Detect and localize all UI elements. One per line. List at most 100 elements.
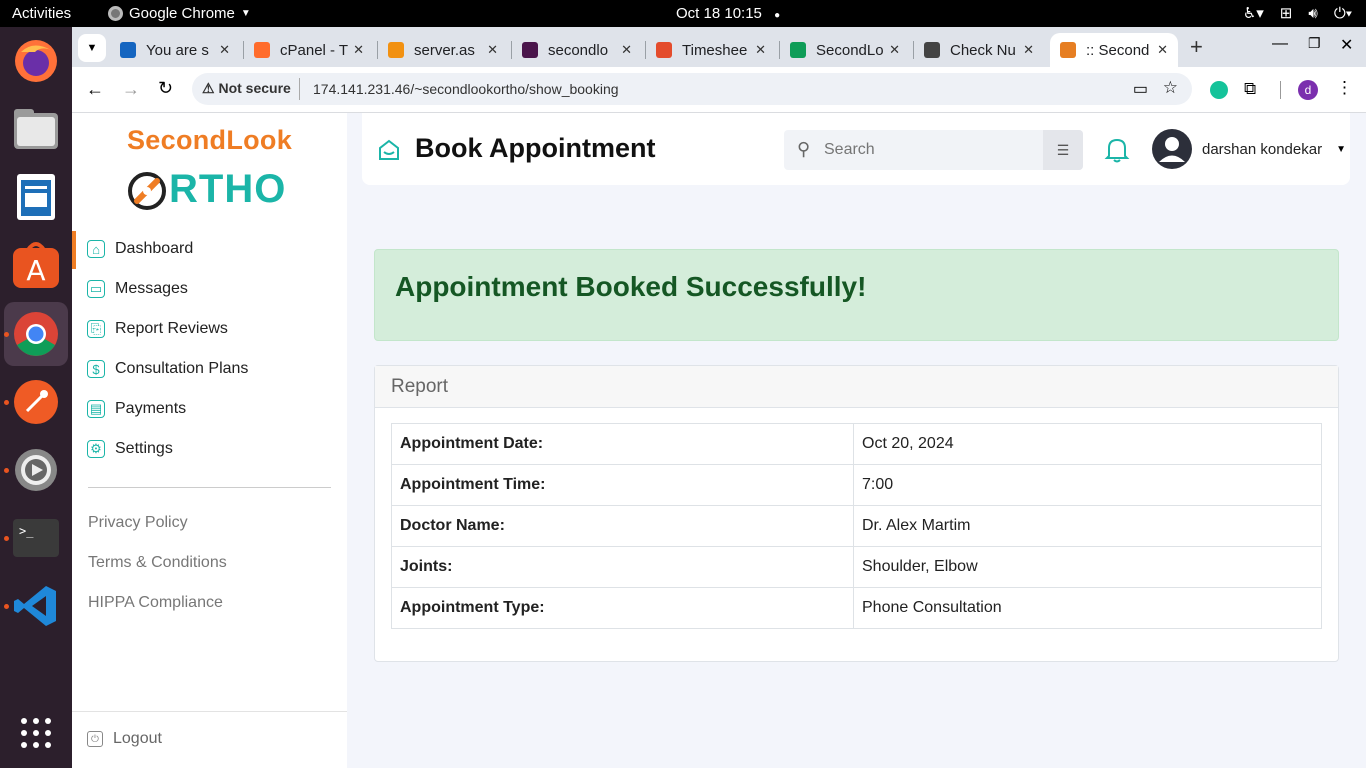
sidebar-item-label: Dashboard xyxy=(115,240,194,257)
brand-line2: RTHO xyxy=(169,167,287,211)
extension-grammarly-icon[interactable] xyxy=(1210,81,1228,99)
accessibility-icon[interactable]: ♿︎▾ xyxy=(1243,4,1264,22)
close-tab-icon[interactable]: ✕ xyxy=(1023,42,1034,58)
app-menu[interactable]: Google Chrome ▼ xyxy=(108,5,251,22)
sidebar-item-payments[interactable]: ▤ Payments xyxy=(87,400,186,418)
sidebar-item-label: Report Reviews xyxy=(115,320,228,337)
row-label: Appointment Time: xyxy=(391,464,854,506)
close-tab-icon[interactable]: ✕ xyxy=(487,42,498,58)
browser-tab[interactable]: Timeshee ✕ xyxy=(646,33,776,67)
avatar xyxy=(1152,129,1192,169)
browser-toolbar: ← → ↻ ⚠ Not secure 174.141.231.46/~secon… xyxy=(72,67,1366,113)
tab-favicon-icon xyxy=(120,42,136,58)
new-tab-button[interactable]: + xyxy=(1190,34,1203,60)
terminal-icon[interactable]: >_ xyxy=(4,506,68,570)
tab-separator xyxy=(511,41,512,59)
address-bar[interactable]: ⚠ Not secure 174.141.231.46/~secondlooko… xyxy=(192,73,1192,105)
chevron-down-icon: ▼ xyxy=(1336,143,1346,155)
browser-tab[interactable]: server.as ✕ xyxy=(378,33,508,67)
browser-tab[interactable]: Check Nu ✕ xyxy=(914,33,1044,67)
files-icon[interactable] xyxy=(4,97,68,161)
settings-app-icon[interactable] xyxy=(4,438,68,502)
sidebar-item-consultation-plans[interactable]: $ Consultation Plans xyxy=(87,360,248,378)
sidebar-item-messages[interactable]: ▭ Messages xyxy=(87,280,188,298)
row-label: Appointment Date: xyxy=(391,423,854,465)
close-tab-icon[interactable]: ✕ xyxy=(621,42,632,58)
chrome-small-icon xyxy=(108,6,123,21)
plan-icon: $ xyxy=(87,360,105,378)
tab-favicon-icon xyxy=(522,42,538,58)
sidebar-item-report-reviews[interactable]: ⎘ Report Reviews xyxy=(87,320,228,338)
tab-search-button[interactable]: ▼ xyxy=(78,34,106,62)
row-value: 7:00 xyxy=(853,464,1322,506)
tab-favicon-icon xyxy=(656,42,672,58)
sidebar-bottom-divider xyxy=(72,711,347,712)
security-label: Not secure xyxy=(218,80,291,96)
card-icon[interactable]: ▭ xyxy=(1133,79,1148,99)
firefox-icon[interactable] xyxy=(4,29,68,93)
power-icon[interactable]: ⏻▾ xyxy=(1334,5,1352,22)
minimize-button[interactable]: — xyxy=(1272,35,1288,53)
bookmark-star-icon[interactable]: ☆ xyxy=(1163,78,1178,98)
search-icon: ⚲ xyxy=(797,139,811,159)
close-tab-icon[interactable]: ✕ xyxy=(219,42,230,58)
url-text: 174.141.231.46/~secondlookortho/show_boo… xyxy=(313,81,619,97)
footer-link[interactable]: Privacy Policy xyxy=(88,514,188,532)
sidebar-item-settings[interactable]: ⚙ Settings xyxy=(87,440,173,458)
browser-tab[interactable]: secondlo ✕ xyxy=(512,33,642,67)
browser-tab-strip: ▼ You are s ✕ cPanel - T ✕ server.as ✕ secondl… xyxy=(72,27,1366,67)
report-card: Report Appointment Date: Oct 20, 2024 Appo… xyxy=(374,365,1339,662)
maximize-button[interactable]: ❐ xyxy=(1308,35,1321,52)
footer-link[interactable]: HIPPA Compliance xyxy=(88,594,223,612)
clock[interactable]: Oct 18 10:15 ● xyxy=(676,5,780,22)
brand-logo[interactable]: SecondLook RTHO xyxy=(127,125,297,215)
activities-button[interactable]: Activities xyxy=(12,5,71,22)
system-tray[interactable]: ♿︎▾ ⊞ 🔊︎ ⏻▾ xyxy=(1243,4,1352,23)
tab-title: cPanel - T xyxy=(280,41,349,59)
browser-menu-icon[interactable]: ⋮ xyxy=(1336,78,1353,98)
show-apps-icon[interactable] xyxy=(4,701,68,765)
home-icon xyxy=(379,139,399,160)
dock: A >_ xyxy=(0,27,72,768)
browser-tab[interactable]: :: Second ✕ xyxy=(1050,33,1178,67)
notification-bell-icon[interactable] xyxy=(1104,136,1130,164)
postman-icon[interactable] xyxy=(4,370,68,434)
volume-icon[interactable]: 🔊︎ xyxy=(1308,5,1317,22)
tab-title: server.as xyxy=(414,41,475,59)
tab-favicon-icon xyxy=(254,42,270,58)
forward-icon[interactable]: → xyxy=(122,79,140,100)
active-nav-indicator xyxy=(72,231,76,269)
user-menu[interactable]: darshan kondekar ▼ xyxy=(1152,129,1346,169)
row-label: Joints: xyxy=(391,546,854,588)
tab-favicon-icon xyxy=(790,42,806,58)
vscode-icon[interactable] xyxy=(4,574,68,638)
browser-tab[interactable]: SecondLo ✕ xyxy=(780,33,910,67)
browser-tab[interactable]: You are s ✕ xyxy=(110,33,240,67)
close-tab-icon[interactable]: ✕ xyxy=(353,42,364,58)
back-icon[interactable]: ← xyxy=(86,79,104,100)
profile-avatar[interactable]: d xyxy=(1298,80,1318,100)
browser-tab[interactable]: cPanel - T ✕ xyxy=(244,33,374,67)
app-center-icon[interactable]: A xyxy=(4,233,68,297)
writer-icon[interactable] xyxy=(4,165,68,229)
tab-separator xyxy=(645,41,646,59)
network-icon[interactable]: ⊞ xyxy=(1280,4,1293,22)
close-tab-icon[interactable]: ✕ xyxy=(1157,42,1168,58)
filter-button[interactable]: ☰ xyxy=(1043,130,1083,170)
row-value: Shoulder, Elbow xyxy=(853,546,1322,588)
footer-link[interactable]: Terms & Conditions xyxy=(88,554,227,572)
logout-button[interactable]: ⏻ Logout xyxy=(87,730,162,748)
row-value: Phone Consultation xyxy=(853,587,1322,629)
row-value: Dr. Alex Martim xyxy=(853,505,1322,547)
tab-favicon-icon xyxy=(1060,42,1076,58)
sidebar-item-dashboard[interactable]: ⌂ Dashboard xyxy=(87,240,193,258)
close-tab-icon[interactable]: ✕ xyxy=(755,42,766,58)
security-chip[interactable]: ⚠ Not secure xyxy=(202,80,291,97)
extensions-puzzle-icon[interactable]: ⧉ xyxy=(1244,79,1256,99)
page-title: Book Appointment xyxy=(415,133,656,163)
close-tab-icon[interactable]: ✕ xyxy=(889,42,900,58)
chrome-icon[interactable] xyxy=(4,302,68,366)
reload-icon[interactable]: ↻ xyxy=(158,78,173,99)
close-window-button[interactable]: ✕ xyxy=(1340,35,1353,55)
search-input[interactable] xyxy=(824,136,1034,164)
